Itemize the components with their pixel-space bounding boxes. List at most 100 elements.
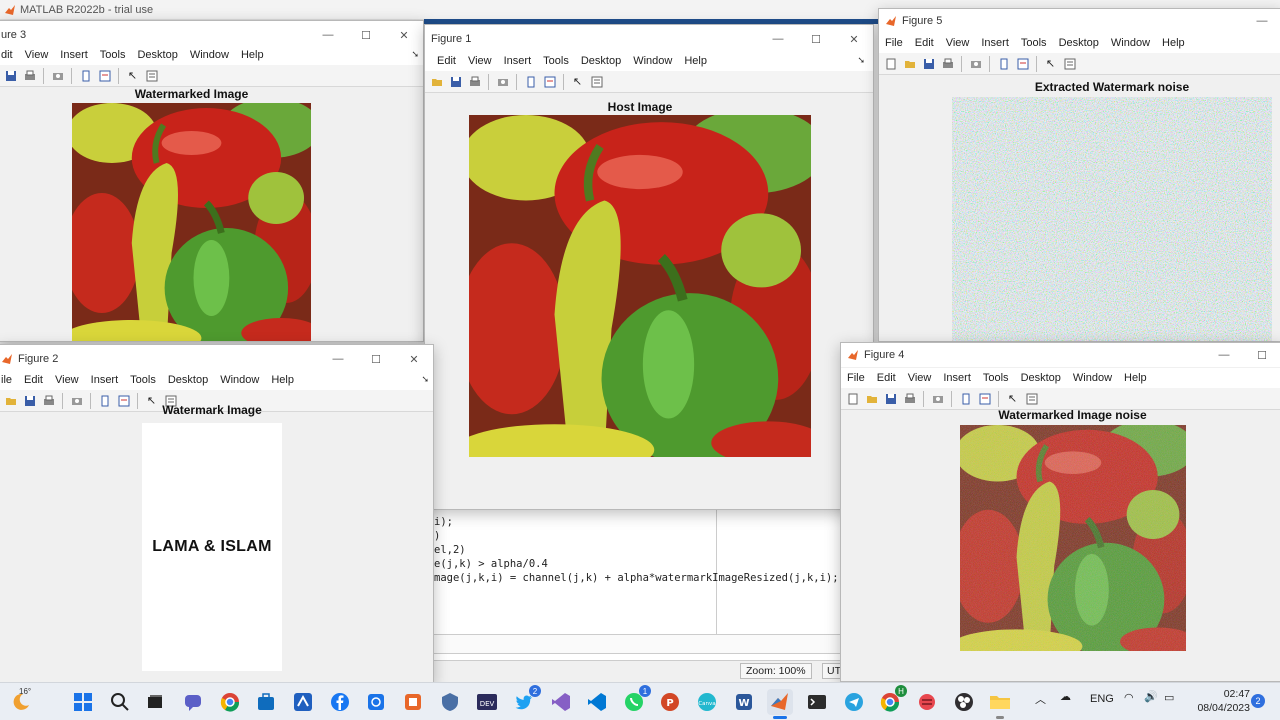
figure-5-titlebar[interactable]: Figure 5 — [879, 9, 1280, 33]
menu-insert[interactable]: Insert [498, 55, 538, 67]
print-icon[interactable] [940, 56, 956, 72]
menu-insert[interactable]: Insert [975, 37, 1015, 49]
open-icon[interactable] [429, 74, 445, 90]
close-button[interactable]: ✕ [835, 25, 873, 53]
menu-help[interactable]: Help [1156, 37, 1191, 49]
menu-insert[interactable]: Insert [937, 372, 977, 384]
vscode-icon[interactable] [584, 689, 610, 715]
telegram-icon[interactable] [841, 689, 867, 715]
menu-view[interactable]: View [902, 372, 938, 384]
menu-view[interactable]: View [49, 374, 85, 386]
save-icon[interactable] [448, 74, 464, 90]
minimize-button[interactable]: — [759, 25, 797, 53]
language-indicator[interactable]: ENG [1090, 693, 1114, 705]
figure-1-titlebar[interactable]: Figure 1 — ☐ ✕ [425, 25, 873, 53]
print-preview-icon[interactable] [968, 56, 984, 72]
colorbar-icon[interactable] [958, 391, 974, 407]
new-figure-icon[interactable] [883, 56, 899, 72]
pointer-icon[interactable]: ↖ [125, 68, 141, 84]
property-inspector-icon[interactable] [144, 68, 160, 84]
print-preview-icon[interactable] [495, 74, 511, 90]
new-figure-icon[interactable] [845, 391, 861, 407]
maximize-button[interactable]: ☐ [357, 345, 395, 373]
battery-icon[interactable]: ▭ [1164, 691, 1174, 704]
figure-4-window[interactable]: Figure 4 — ☐ File Edit View Insert Tools… [840, 342, 1280, 682]
print-icon[interactable] [22, 68, 38, 84]
print-preview-icon[interactable] [930, 391, 946, 407]
save-icon[interactable] [22, 393, 38, 409]
menu-view[interactable]: View [19, 49, 55, 61]
menu-help[interactable]: Help [265, 374, 300, 386]
figure-5-window[interactable]: Figure 5 — File Edit View Insert Tools D… [878, 8, 1280, 342]
menu-window[interactable]: Window [184, 49, 235, 61]
open-icon[interactable] [864, 391, 880, 407]
notification-badge[interactable]: 2 [1251, 694, 1265, 708]
property-inspector-icon[interactable] [1062, 56, 1078, 72]
menu-view[interactable]: View [940, 37, 976, 49]
dock-arrow-icon[interactable]: ➘ [421, 374, 429, 385]
save-icon[interactable] [3, 68, 19, 84]
shield-icon[interactable] [437, 689, 463, 715]
volume-icon[interactable]: 🔊 [1144, 690, 1158, 703]
legend-icon[interactable] [977, 391, 993, 407]
chat-icon[interactable] [180, 689, 206, 715]
property-inspector-icon[interactable] [1024, 391, 1040, 407]
show-hidden-icons-icon[interactable]: ︿ [1035, 691, 1046, 707]
menu-tools[interactable]: Tools [124, 374, 162, 386]
pointer-icon[interactable]: ↖ [570, 74, 586, 90]
wifi-icon[interactable]: ◠ [1124, 691, 1134, 704]
menu-window[interactable]: Window [1067, 372, 1118, 384]
office-icon[interactable] [400, 689, 426, 715]
menu-window[interactable]: Window [214, 374, 265, 386]
legend-icon[interactable] [542, 74, 558, 90]
terminal-icon[interactable] [804, 689, 830, 715]
open-icon[interactable] [3, 393, 19, 409]
matlab-icon[interactable] [767, 689, 793, 719]
menu-insert[interactable]: Insert [54, 49, 94, 61]
facebook-icon[interactable] [327, 689, 353, 715]
figure-1-window[interactable]: Figure 1 — ☐ ✕ Edit View Insert Tools De… [424, 24, 874, 510]
devhome-icon[interactable]: DEV [474, 689, 500, 715]
legend-icon[interactable] [97, 68, 113, 84]
save-icon[interactable] [883, 391, 899, 407]
powerpoint-icon[interactable]: P [657, 689, 683, 715]
task-view-icon[interactable] [142, 689, 168, 715]
legend-icon[interactable] [116, 393, 132, 409]
menu-file[interactable]: File [879, 37, 909, 49]
whatsapp-icon[interactable]: 1 [621, 685, 651, 715]
menu-window[interactable]: Window [627, 55, 678, 67]
colorbar-icon[interactable] [78, 68, 94, 84]
menu-edit[interactable]: Edit [425, 55, 462, 67]
property-inspector-icon[interactable] [589, 74, 605, 90]
menu-tools[interactable]: Tools [1015, 37, 1053, 49]
visual-studio-icon[interactable] [548, 689, 574, 715]
figure-3-window[interactable]: ure 3 — ☐ ✕ dit View Insert Tools Deskto… [0, 20, 424, 342]
colorbar-icon[interactable] [97, 393, 113, 409]
pointer-icon[interactable]: ↖ [1005, 391, 1021, 407]
menu-edit[interactable]: dit [0, 49, 19, 61]
minimize-button[interactable]: — [1243, 9, 1280, 33]
minimize-button[interactable]: — [319, 345, 357, 373]
menu-file[interactable]: File [841, 372, 871, 384]
minimize-button[interactable]: — [1205, 343, 1243, 367]
power-automate-icon[interactable] [290, 689, 316, 715]
cloud-icon[interactable]: ☁ [1060, 690, 1071, 703]
canva-icon[interactable]: Canva [694, 689, 720, 715]
menu-insert[interactable]: Insert [85, 374, 125, 386]
chrome-profile-icon[interactable]: H [877, 685, 907, 715]
figure-2-titlebar[interactable]: Figure 2 — ☐ ✕ [0, 345, 433, 373]
figure-2-window[interactable]: Figure 2 — ☐ ✕ ile Edit View Insert Tool… [0, 344, 434, 684]
app-icon[interactable] [914, 689, 940, 715]
figure-4-titlebar[interactable]: Figure 4 — ☐ [841, 343, 1280, 367]
print-icon[interactable] [902, 391, 918, 407]
legend-icon[interactable] [1015, 56, 1031, 72]
editor-scrollbar[interactable] [434, 634, 840, 654]
menu-edit[interactable]: Edit [909, 37, 940, 49]
close-button[interactable]: ✕ [395, 345, 433, 373]
chrome-icon[interactable] [217, 689, 243, 715]
menu-desktop[interactable]: Desktop [575, 55, 627, 67]
menu-edit[interactable]: Edit [871, 372, 902, 384]
menu-desktop[interactable]: Desktop [131, 49, 183, 61]
search-icon[interactable] [107, 689, 133, 715]
file-explorer-icon[interactable] [987, 689, 1013, 719]
